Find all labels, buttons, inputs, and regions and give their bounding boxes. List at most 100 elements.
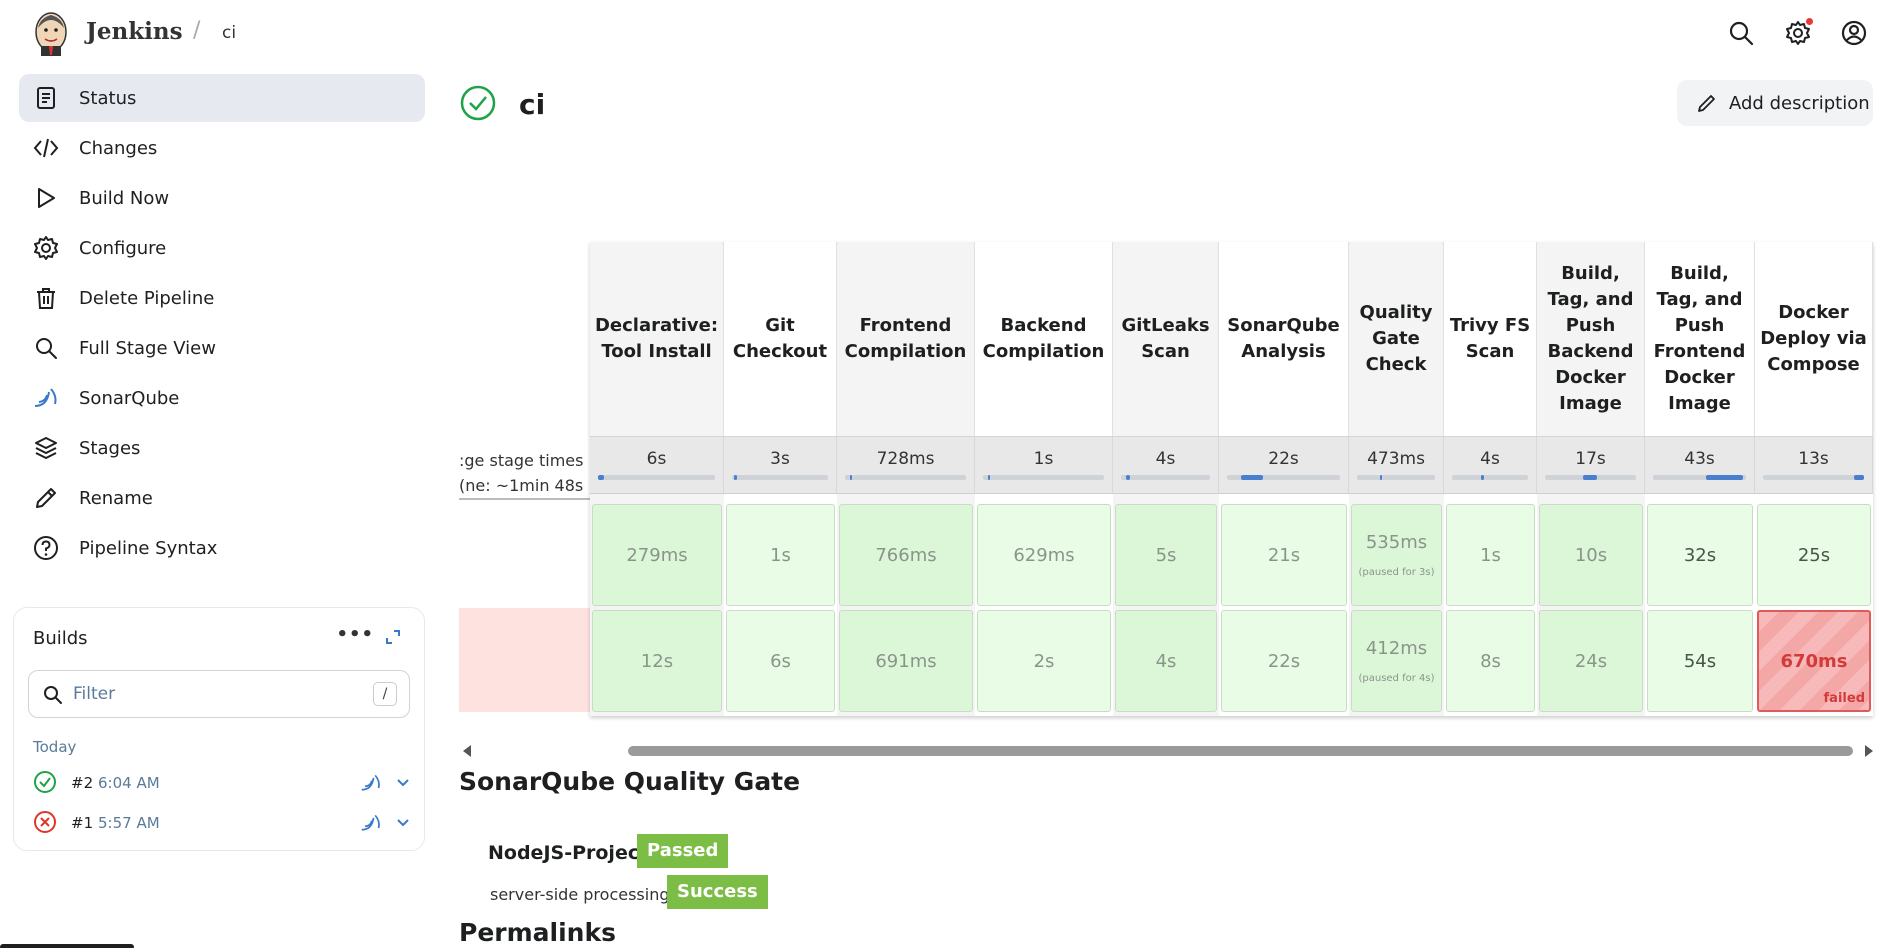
stage-duration: 5s xyxy=(1155,544,1177,566)
scrollbar-thumb[interactable] xyxy=(628,746,1853,756)
layers-icon xyxy=(35,437,57,460)
stage-cell[interactable]: 10s xyxy=(1539,504,1643,606)
builds-filter-input[interactable]: Filter / xyxy=(28,670,410,718)
sidebar-item-full-stage-view[interactable]: Full Stage View xyxy=(19,324,425,372)
sidebar-item-label: Build Now xyxy=(79,187,170,209)
sidebar-item-rename[interactable]: Rename xyxy=(19,474,425,522)
paused-note: (paused for 4s) xyxy=(1358,673,1435,684)
stage-header: SonarQube Analysis xyxy=(1219,242,1349,436)
stage-cell-failed[interactable]: 670ms failed xyxy=(1757,610,1871,712)
sidebar-item-changes[interactable]: Changes xyxy=(19,124,425,172)
stage-cell[interactable]: 766ms xyxy=(839,504,973,606)
stage-timing-fill xyxy=(733,475,737,480)
stage-duration: 691ms xyxy=(875,650,937,672)
stage-duration: 54s xyxy=(1683,650,1717,672)
stage-duration: 1s xyxy=(770,544,791,566)
sidebar-item-pipeline-syntax[interactable]: Pipeline Syntax xyxy=(19,524,425,572)
stage-average: 1s xyxy=(975,436,1113,494)
top-header: Jenkins / ci xyxy=(0,0,1887,66)
expand-icon[interactable] xyxy=(384,628,402,646)
stage-timing-bar xyxy=(732,475,828,480)
stage-duration: 412ms xyxy=(1365,638,1428,659)
stage-timing-fill xyxy=(1480,475,1484,480)
stage-cell[interactable]: 412ms (paused for 4s) xyxy=(1351,610,1442,712)
builds-title: Builds xyxy=(33,628,88,649)
stage-cell[interactable]: 279ms xyxy=(592,504,722,606)
jenkins-logo[interactable] xyxy=(32,10,70,56)
build-row-2[interactable]: #2 6:04 AM xyxy=(33,770,413,796)
stage-header: Build, Tag, and Push Frontend Docker Ima… xyxy=(1645,242,1755,436)
horizontal-scrollbar[interactable] xyxy=(463,742,1873,760)
stage-header: Build, Tag, and Push Backend Docker Imag… xyxy=(1537,242,1645,436)
stage-cell[interactable]: 32s xyxy=(1647,504,1753,606)
build-number[interactable]: #1 xyxy=(71,814,93,832)
sonarqube-icon[interactable] xyxy=(360,772,382,794)
sidebar-item-build-now[interactable]: Build Now xyxy=(19,174,425,222)
stage-header: GitLeaks Scan xyxy=(1113,242,1219,436)
sonarqube-section-title: SonarQube Quality Gate xyxy=(459,767,801,796)
stage-cell[interactable]: 25s xyxy=(1757,504,1871,606)
sonarqube-icon[interactable] xyxy=(360,812,382,834)
more-options-button[interactable]: ••• xyxy=(336,624,374,645)
stage-column: Quality Gate Check 473ms 535ms (paused for … xyxy=(1349,242,1444,716)
stage-timing-bar xyxy=(1653,475,1746,480)
scroll-left-arrow[interactable] xyxy=(463,745,471,757)
stage-cell[interactable]: 1s xyxy=(1446,504,1535,606)
stage-cell[interactable]: 6s xyxy=(726,610,835,712)
sidebar-item-stages[interactable]: Stages xyxy=(19,424,425,472)
permalinks-title: Permalinks xyxy=(459,918,616,947)
stage-cell[interactable]: 691ms xyxy=(839,610,973,712)
sidebar-item-delete-pipeline[interactable]: Delete Pipeline xyxy=(19,274,425,322)
stage-cell[interactable]: 4s xyxy=(1115,610,1217,712)
stage-average-time: 17s xyxy=(1575,449,1606,469)
stage-cell[interactable]: 54s xyxy=(1647,610,1753,712)
stage-column: Docker Deploy via Compose 13s 25s 670ms fail… xyxy=(1755,242,1873,716)
chevron-down-icon[interactable] xyxy=(395,774,411,790)
sidebar-item-sonarqube[interactable]: SonarQube xyxy=(19,374,425,422)
brand-name[interactable]: Jenkins xyxy=(86,18,183,45)
breadcrumb-ci[interactable]: ci xyxy=(222,23,236,43)
success-icon xyxy=(460,85,496,121)
stage-timing-bar xyxy=(1227,475,1340,480)
stage-duration: 12s xyxy=(640,650,674,672)
stage-timing-bar xyxy=(1452,475,1528,480)
add-description-button[interactable]: Add description xyxy=(1677,80,1873,126)
stage-duration: 25s xyxy=(1797,544,1831,566)
settings-button[interactable] xyxy=(1785,18,1813,46)
sidebar-item-status[interactable]: Status xyxy=(19,74,425,122)
stage-view-table: Declarative: Tool Install 6s 279ms 12s Git C… xyxy=(590,242,1873,716)
chevron-down-icon[interactable] xyxy=(395,814,411,830)
stage-cell[interactable]: 24s xyxy=(1539,610,1643,712)
trash-icon xyxy=(37,288,55,309)
processing-status-badge: Success xyxy=(667,875,768,909)
stage-column: Backend Compilation 1s 629ms 2s xyxy=(975,242,1113,716)
stage-cell[interactable]: 629ms xyxy=(977,504,1111,606)
stage-column: Git Checkout 3s 1s 6s xyxy=(724,242,837,716)
stage-cell[interactable]: 12s xyxy=(592,610,722,712)
sidebar-item-label: Changes xyxy=(79,137,158,159)
sidebar-item-configure[interactable]: Configure xyxy=(19,224,425,272)
sonar-project-link[interactable]: NodeJS-Project xyxy=(488,842,648,864)
stage-cell[interactable]: 2s xyxy=(977,610,1111,712)
scroll-right-arrow[interactable] xyxy=(1865,745,1873,757)
build-time[interactable]: 5:57 AM xyxy=(98,814,160,832)
stage-header: Docker Deploy via Compose xyxy=(1755,242,1873,436)
stage-average: 4s xyxy=(1444,436,1537,494)
stage-cell[interactable]: 1s xyxy=(726,504,835,606)
stage-cell[interactable]: 21s xyxy=(1221,504,1347,606)
stage-timing-fill xyxy=(598,475,604,480)
stage-cell[interactable]: 5s xyxy=(1115,504,1217,606)
paused-note: (paused for 3s) xyxy=(1358,567,1435,578)
build-time[interactable]: 6:04 AM xyxy=(98,774,160,792)
user-icon[interactable] xyxy=(1841,20,1867,46)
stage-column: Trivy FS Scan 4s 1s 8s xyxy=(1444,242,1537,716)
sidebar-item-label: Delete Pipeline xyxy=(79,287,215,309)
search-icon[interactable] xyxy=(1728,20,1754,46)
search-icon xyxy=(36,338,57,359)
build-number[interactable]: #2 xyxy=(71,774,93,792)
stage-cell[interactable]: 535ms (paused for 3s) xyxy=(1351,504,1442,606)
stage-duration: 766ms xyxy=(875,544,937,566)
stage-cell[interactable]: 8s xyxy=(1446,610,1535,712)
stage-cell[interactable]: 22s xyxy=(1221,610,1347,712)
build-row-1[interactable]: #1 5:57 AM xyxy=(33,810,413,836)
